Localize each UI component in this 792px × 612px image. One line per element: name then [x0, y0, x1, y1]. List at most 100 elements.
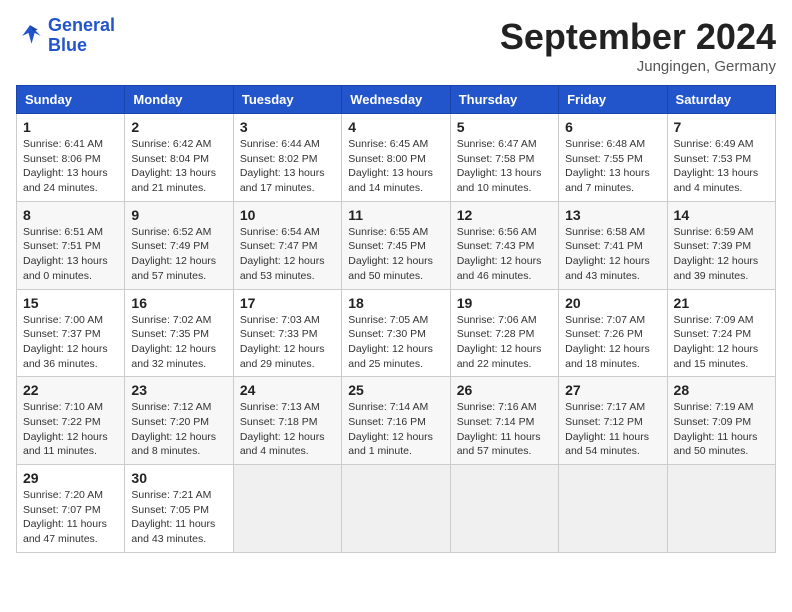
day-number: 10 — [240, 207, 335, 223]
day-info: Sunrise: 7:10 AM Sunset: 7:22 PM Dayligh… — [23, 400, 118, 459]
day-number: 22 — [23, 382, 118, 398]
day-info: Sunrise: 7:21 AM Sunset: 7:05 PM Dayligh… — [131, 488, 226, 547]
day-number: 14 — [674, 207, 769, 223]
day-info: Sunrise: 7:17 AM Sunset: 7:12 PM Dayligh… — [565, 400, 660, 459]
day-number: 4 — [348, 119, 443, 135]
day-info: Sunrise: 7:13 AM Sunset: 7:18 PM Dayligh… — [240, 400, 335, 459]
day-number: 7 — [674, 119, 769, 135]
day-info: Sunrise: 6:41 AM Sunset: 8:06 PM Dayligh… — [23, 137, 118, 196]
day-info: Sunrise: 6:47 AM Sunset: 7:58 PM Dayligh… — [457, 137, 552, 196]
day-number: 11 — [348, 207, 443, 223]
logo-text: General Blue — [48, 16, 115, 56]
day-number: 2 — [131, 119, 226, 135]
day-number: 29 — [23, 470, 118, 486]
calendar-day-cell: 25 Sunrise: 7:14 AM Sunset: 7:16 PM Dayli… — [342, 377, 450, 465]
day-number: 17 — [240, 295, 335, 311]
day-info: Sunrise: 6:51 AM Sunset: 7:51 PM Dayligh… — [23, 225, 118, 284]
day-number: 21 — [674, 295, 769, 311]
calendar-day-cell: 15 Sunrise: 7:00 AM Sunset: 7:37 PM Dayli… — [17, 289, 125, 377]
day-of-week-header: Tuesday — [233, 86, 341, 114]
day-number: 27 — [565, 382, 660, 398]
day-number: 8 — [23, 207, 118, 223]
day-info: Sunrise: 7:19 AM Sunset: 7:09 PM Dayligh… — [674, 400, 769, 459]
day-number: 12 — [457, 207, 552, 223]
location: Jungingen, Germany — [500, 58, 776, 75]
calendar-day-cell: 20Sunrise: 7:07 AM Sunset: 7:26 PM Dayli… — [559, 289, 667, 377]
empty-cell — [342, 465, 450, 553]
calendar-week-row: 22 Sunrise: 7:10 AM Sunset: 7:22 PM Dayli… — [17, 377, 776, 465]
calendar-day-cell: 7 Sunrise: 6:49 AM Sunset: 7:53 PM Daylig… — [667, 114, 775, 202]
day-of-week-header: Friday — [559, 86, 667, 114]
day-number: 5 — [457, 119, 552, 135]
calendar-day-cell: 24 Sunrise: 7:13 AM Sunset: 7:18 PM Dayli… — [233, 377, 341, 465]
day-info: Sunrise: 6:59 AM Sunset: 7:39 PM Dayligh… — [674, 225, 769, 284]
day-info: Sunrise: 7:03 AM Sunset: 7:33 PM Dayligh… — [240, 313, 335, 372]
calendar-day-cell: 16 Sunrise: 7:02 AM Sunset: 7:35 PM Dayli… — [125, 289, 233, 377]
day-number: 19 — [457, 295, 552, 311]
calendar: SundayMondayTuesdayWednesdayThursdayFrid… — [16, 85, 776, 553]
calendar-week-row: 1 Sunrise: 6:41 AM Sunset: 8:06 PM Daylig… — [17, 114, 776, 202]
calendar-day-cell: 30 Sunrise: 7:21 AM Sunset: 7:05 PM Dayli… — [125, 465, 233, 553]
day-of-week-header: Saturday — [667, 86, 775, 114]
calendar-day-cell: 23 Sunrise: 7:12 AM Sunset: 7:20 PM Dayli… — [125, 377, 233, 465]
calendar-day-cell: 13 Sunrise: 6:58 AM Sunset: 7:41 PM Dayli… — [559, 201, 667, 289]
day-number: 3 — [240, 119, 335, 135]
empty-cell — [667, 465, 775, 553]
day-info: Sunrise: 6:45 AM Sunset: 8:00 PM Dayligh… — [348, 137, 443, 196]
day-info: Sunrise: 7:09 AM Sunset: 7:24 PM Dayligh… — [674, 313, 769, 372]
day-number: 1 — [23, 119, 118, 135]
calendar-day-cell: 12 Sunrise: 6:56 AM Sunset: 7:43 PM Dayli… — [450, 201, 558, 289]
empty-cell — [233, 465, 341, 553]
calendar-day-cell: 17 Sunrise: 7:03 AM Sunset: 7:33 PM Dayli… — [233, 289, 341, 377]
day-info: Sunrise: 7:05 AM Sunset: 7:30 PM Dayligh… — [348, 313, 443, 372]
day-info: Sunrise: 6:54 AM Sunset: 7:47 PM Dayligh… — [240, 225, 335, 284]
day-number: 13 — [565, 207, 660, 223]
day-of-week-header: Wednesday — [342, 86, 450, 114]
day-number: 23 — [131, 382, 226, 398]
day-info: Sunrise: 7:12 AM Sunset: 7:20 PM Dayligh… — [131, 400, 226, 459]
day-info: Sunrise: 6:58 AM Sunset: 7:41 PM Dayligh… — [565, 225, 660, 284]
calendar-week-row: 29Sunrise: 7:20 AM Sunset: 7:07 PM Dayli… — [17, 465, 776, 553]
day-info: Sunrise: 7:02 AM Sunset: 7:35 PM Dayligh… — [131, 313, 226, 372]
calendar-day-cell: 9Sunrise: 6:52 AM Sunset: 7:49 PM Daylig… — [125, 201, 233, 289]
day-number: 30 — [131, 470, 226, 486]
empty-cell — [559, 465, 667, 553]
day-number: 25 — [348, 382, 443, 398]
day-info: Sunrise: 6:52 AM Sunset: 7:49 PM Dayligh… — [131, 225, 226, 284]
day-info: Sunrise: 7:16 AM Sunset: 7:14 PM Dayligh… — [457, 400, 552, 459]
calendar-day-cell: 19 Sunrise: 7:06 AM Sunset: 7:28 PM Dayli… — [450, 289, 558, 377]
day-info: Sunrise: 7:06 AM Sunset: 7:28 PM Dayligh… — [457, 313, 552, 372]
day-info: Sunrise: 7:00 AM Sunset: 7:37 PM Dayligh… — [23, 313, 118, 372]
day-number: 16 — [131, 295, 226, 311]
day-of-week-header: Sunday — [17, 86, 125, 114]
day-number: 18 — [348, 295, 443, 311]
calendar-day-cell: 26 Sunrise: 7:16 AM Sunset: 7:14 PM Dayli… — [450, 377, 558, 465]
day-number: 24 — [240, 382, 335, 398]
day-number: 28 — [674, 382, 769, 398]
calendar-day-cell: 28 Sunrise: 7:19 AM Sunset: 7:09 PM Dayli… — [667, 377, 775, 465]
calendar-day-cell: 14 Sunrise: 6:59 AM Sunset: 7:39 PM Dayli… — [667, 201, 775, 289]
empty-cell — [450, 465, 558, 553]
calendar-day-cell: 27 Sunrise: 7:17 AM Sunset: 7:12 PM Dayli… — [559, 377, 667, 465]
day-info: Sunrise: 6:56 AM Sunset: 7:43 PM Dayligh… — [457, 225, 552, 284]
calendar-day-cell: 29Sunrise: 7:20 AM Sunset: 7:07 PM Dayli… — [17, 465, 125, 553]
day-info: Sunrise: 6:55 AM Sunset: 7:45 PM Dayligh… — [348, 225, 443, 284]
calendar-day-cell: 21 Sunrise: 7:09 AM Sunset: 7:24 PM Dayli… — [667, 289, 775, 377]
day-of-week-header: Thursday — [450, 86, 558, 114]
calendar-header-row: SundayMondayTuesdayWednesdayThursdayFrid… — [17, 86, 776, 114]
day-number: 26 — [457, 382, 552, 398]
day-info: Sunrise: 6:44 AM Sunset: 8:02 PM Dayligh… — [240, 137, 335, 196]
calendar-day-cell: 6 Sunrise: 6:48 AM Sunset: 7:55 PM Daylig… — [559, 114, 667, 202]
calendar-week-row: 15 Sunrise: 7:00 AM Sunset: 7:37 PM Dayli… — [17, 289, 776, 377]
month-title: September 2024 — [500, 16, 776, 58]
day-info: Sunrise: 6:48 AM Sunset: 7:55 PM Dayligh… — [565, 137, 660, 196]
day-info: Sunrise: 6:49 AM Sunset: 7:53 PM Dayligh… — [674, 137, 769, 196]
day-number: 15 — [23, 295, 118, 311]
day-number: 6 — [565, 119, 660, 135]
day-info: Sunrise: 6:42 AM Sunset: 8:04 PM Dayligh… — [131, 137, 226, 196]
logo-icon — [16, 22, 44, 50]
day-info: Sunrise: 7:14 AM Sunset: 7:16 PM Dayligh… — [348, 400, 443, 459]
logo: General Blue — [16, 16, 115, 56]
header: General Blue September 2024 Jungingen, G… — [16, 16, 776, 75]
calendar-week-row: 8 Sunrise: 6:51 AM Sunset: 7:51 PM Daylig… — [17, 201, 776, 289]
